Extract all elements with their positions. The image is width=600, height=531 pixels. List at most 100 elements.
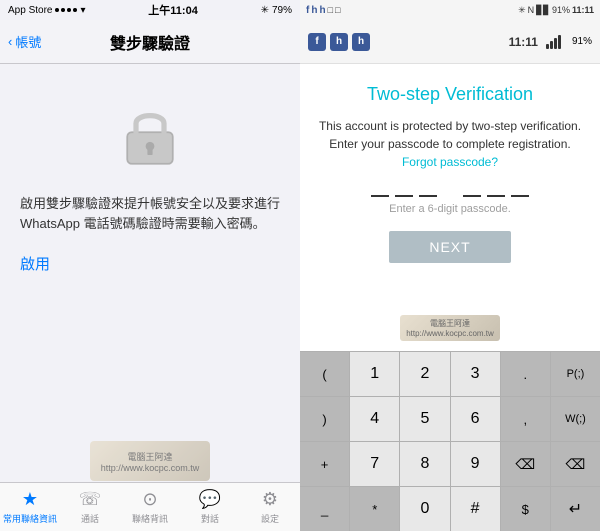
key-comma[interactable]: , (501, 397, 551, 441)
key-6-label: 6 (471, 410, 480, 428)
watermark-right: 電腦王阿達http://www.kocpc.com.tw (300, 315, 600, 341)
tab-chats[interactable]: 💬 對話 (180, 489, 240, 525)
settings-icon: ⚙ (262, 489, 278, 510)
tab-calls-label: 通話 (81, 512, 99, 525)
chat-icon: 💬 (199, 489, 221, 510)
square-icon1: □ (328, 5, 333, 15)
watermark-left: 電腦王阿達http://www.kocpc.com.tw (0, 441, 300, 481)
key-hash[interactable]: # (451, 487, 501, 531)
key-w-semicolon[interactable]: W(;) (551, 397, 600, 441)
key-5[interactable]: 5 (400, 397, 450, 441)
key-4-label: 4 (370, 410, 379, 428)
tab-settings[interactable]: ⚙ 設定 (240, 489, 300, 525)
keyboard-row-1: ( 1 2 3 . P(;) (300, 351, 600, 396)
tab-info[interactable]: ⊙ 聯絡背訊 (120, 489, 180, 525)
key-6[interactable]: 6 (451, 397, 501, 441)
bluetooth-android-icon: ✳ (518, 5, 526, 16)
key-close-paren[interactable]: ) (300, 397, 350, 441)
key-dollar[interactable]: $ (501, 487, 551, 531)
android-status-bar: f h h □ □ ✳ N ▊▊ 91% 11:11 (300, 0, 600, 20)
ios-description: 啟用雙步驟驗證來提升帳號安全以及要求進行 WhatsApp 電話號碼驗證時需要輸… (20, 194, 280, 233)
keyboard-row-2: ) 4 5 6 , W(;) (300, 396, 600, 441)
key-0-label: 0 (420, 500, 429, 518)
key-hash-label: # (471, 500, 480, 518)
tab-contacts[interactable]: ★ 常用聯絡資訊 (0, 489, 60, 525)
wa-description: This account is protected by two-step ve… (316, 117, 584, 171)
wa-title: Two-step Verification (367, 84, 533, 105)
lock-icon-container (110, 94, 190, 174)
enter-icon: ↵ (569, 499, 582, 519)
passcode-dash-1 (371, 195, 389, 197)
key-backspace[interactable]: ⌫ (501, 442, 551, 486)
key-w-label: W(;) (565, 413, 586, 425)
battery-label: 79% (272, 5, 292, 16)
fb-icon-h1: h (311, 5, 317, 16)
tab-calls[interactable]: ☏ 通話 (60, 489, 120, 525)
status-right: ✳ 79% (261, 5, 292, 16)
key-9[interactable]: 9 (451, 442, 501, 486)
key-7-label: 7 (370, 455, 379, 473)
key-2[interactable]: 2 (400, 352, 450, 396)
tab-settings-label: 設定 (261, 512, 279, 525)
key-0[interactable]: 0 (400, 487, 450, 531)
key-plus-label: + (321, 457, 329, 472)
tab-contacts-label: 常用聯絡資訊 (3, 512, 57, 525)
key-7[interactable]: 7 (350, 442, 400, 486)
key-asterisk-label: * (372, 502, 377, 517)
enable-button[interactable]: 啟用 (20, 253, 50, 274)
fb-icons-group: f h h (308, 33, 370, 51)
signal-dots (55, 8, 77, 12)
passcode-group-1 (371, 191, 437, 197)
key-3-label: 3 (471, 365, 480, 383)
key-backspace2[interactable]: ⌫ (551, 442, 600, 486)
fb-h-icon1: h (330, 33, 348, 51)
tab-info-label: 聯絡背訊 (132, 512, 168, 525)
key-3[interactable]: 3 (451, 352, 501, 396)
back-label: 帳號 (15, 32, 41, 51)
key-underscore-label: _ (321, 502, 328, 517)
passcode-dash-3 (419, 195, 437, 197)
bluetooth-icon: ✳ (261, 5, 269, 16)
android-time: 11:11 (572, 5, 594, 15)
android-status-icons-left: f h h □ □ (306, 5, 340, 16)
key-plus[interactable]: + (300, 442, 350, 486)
key-dollar-label: $ (522, 502, 529, 517)
key-2-label: 2 (420, 365, 429, 383)
key-9-label: 9 (471, 455, 480, 473)
key-p-semicolon[interactable]: P(;) (551, 352, 600, 396)
key-asterisk[interactable]: * (350, 487, 400, 531)
key-open-paren[interactable]: ( (300, 352, 350, 396)
signal-bars (546, 35, 561, 49)
key-8[interactable]: 8 (400, 442, 450, 486)
key-underscore[interactable]: _ (300, 487, 350, 531)
key-1[interactable]: 1 (350, 352, 400, 396)
status-left: App Store ▾ (8, 5, 86, 16)
signal-icon: ▊▊ (536, 5, 550, 16)
back-button[interactable]: ‹ 帳號 (8, 32, 41, 51)
key-period[interactable]: . (501, 352, 551, 396)
passcode-hint: Enter a 6-digit passcode. (389, 203, 511, 215)
top-battery-pct: 91% (572, 36, 592, 47)
key-comma-label: , (523, 412, 527, 427)
fb-icon-h2: h (319, 5, 325, 16)
star-icon: ★ (22, 489, 38, 510)
next-button[interactable]: NEXT (389, 231, 510, 263)
android-top-bar: f h h 11:11 91% (300, 20, 600, 64)
backspace2-icon: ⌫ (566, 456, 586, 473)
fb-h-icon2: h (352, 33, 370, 51)
left-panel: App Store ▾ 上午11:04 ✳ 79% ‹ 帳號 雙步驟驗證 (0, 0, 300, 531)
key-close-paren-label: ) (322, 412, 326, 427)
forgot-passcode-link[interactable]: Forgot passcode? (402, 155, 498, 169)
keyboard-row-4: _ * 0 # $ ↵ (300, 486, 600, 531)
chevron-left-icon: ‹ (8, 34, 12, 49)
notification-icon: N (528, 5, 535, 15)
key-period-label: . (523, 367, 527, 382)
keyboard-row-3: + 7 8 9 ⌫ ⌫ (300, 441, 600, 486)
watermark-image: 電腦王阿達http://www.kocpc.com.tw (90, 441, 210, 481)
key-enter[interactable]: ↵ (551, 487, 600, 531)
key-4[interactable]: 4 (350, 397, 400, 441)
key-p-label: P(;) (567, 368, 585, 380)
key-open-paren-label: ( (322, 367, 326, 382)
fb-f-icon: f (308, 33, 326, 51)
ios-time: 上午11:04 (148, 2, 198, 18)
